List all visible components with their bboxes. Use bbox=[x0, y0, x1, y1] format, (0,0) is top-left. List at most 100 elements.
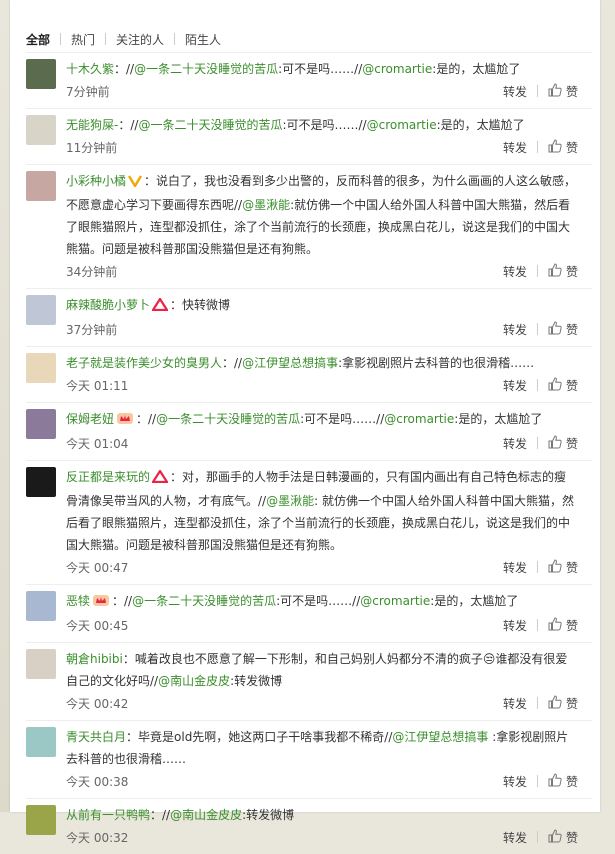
mention-link[interactable]: @cromartie bbox=[367, 118, 437, 132]
forward-button[interactable]: 转发 bbox=[503, 139, 527, 156]
mention-link[interactable]: @一条二十天没睡觉的苦瓜 bbox=[132, 594, 276, 608]
comment-author[interactable]: 麻辣酸脆小萝卜 bbox=[66, 298, 150, 312]
forward-button[interactable]: 转发 bbox=[503, 695, 527, 712]
comment-text-segment: :转发微博 bbox=[230, 674, 283, 688]
like-label: 赞 bbox=[565, 436, 578, 451]
crown-level-icon[interactable] bbox=[116, 410, 134, 432]
avatar[interactable] bbox=[26, 353, 56, 383]
timestamp: 37分钟前 bbox=[66, 322, 118, 337]
like-label: 赞 bbox=[565, 84, 578, 99]
comment-text-segment: :是的，太尴尬了 bbox=[432, 62, 521, 76]
comment-actions: 转发 赞 bbox=[503, 694, 592, 712]
comment-author[interactable]: 无能狗屎- bbox=[66, 118, 118, 132]
mention-link[interactable]: @一条二十天没睡觉的苦瓜 bbox=[156, 412, 300, 426]
action-divider bbox=[536, 831, 538, 843]
forward-button[interactable]: 转发 bbox=[503, 773, 527, 790]
comment-text-segment: :是的，太尴尬了 bbox=[436, 118, 525, 132]
comment-meta: 今天 01:04 转发 赞 bbox=[66, 432, 592, 454]
timestamp: 7分钟前 bbox=[66, 84, 110, 99]
mention-link[interactable]: @cromartie bbox=[362, 62, 432, 76]
comment-actions: 转发 赞 bbox=[503, 772, 592, 790]
comment-author[interactable]: 青天共白月 bbox=[66, 730, 126, 744]
forward-button[interactable]: 转发 bbox=[503, 617, 527, 634]
crown-level-icon[interactable] bbox=[92, 592, 110, 614]
action-divider bbox=[536, 775, 538, 787]
avatar[interactable] bbox=[26, 59, 56, 89]
mention-link[interactable]: @墨湫能 bbox=[242, 198, 290, 212]
forward-button[interactable]: 转发 bbox=[503, 83, 527, 100]
comment-author[interactable]: 保姆老妞 bbox=[66, 412, 114, 426]
mention-link[interactable]: @cromartie bbox=[360, 594, 430, 608]
mention-link[interactable]: @南山金皮皮 bbox=[158, 674, 230, 688]
like-button[interactable]: 赞 bbox=[548, 558, 578, 576]
comment-author[interactable]: 小彩种小橘 bbox=[66, 174, 126, 188]
comment-text: 朝倉hibibi：喊着改良也不愿意了解一下形制，和自己妈别人妈都分不清的疯子😒谁… bbox=[66, 648, 592, 692]
comment-author[interactable]: 从前有一只鸭鸭 bbox=[66, 808, 150, 822]
comment-text: 从前有一只鸭鸭：//@南山金皮皮:转发微博 bbox=[66, 804, 592, 826]
tab-following[interactable]: 关注的人 bbox=[116, 31, 164, 48]
mention-link[interactable]: @一条二十天没睡觉的苦瓜 bbox=[134, 62, 278, 76]
avatar[interactable] bbox=[26, 805, 56, 835]
timestamp: 今天 00:45 bbox=[66, 618, 129, 633]
like-button[interactable]: 赞 bbox=[548, 262, 578, 280]
comment-actions: 转发 赞 bbox=[503, 82, 592, 100]
mention-link[interactable]: @江伊望总想搞事 bbox=[392, 730, 488, 744]
action-divider bbox=[536, 437, 538, 449]
mention-link[interactable]: @墨湫能 bbox=[266, 494, 314, 508]
comment-meta: 7分钟前 转发 赞 bbox=[66, 80, 592, 102]
tab-strangers[interactable]: 陌生人 bbox=[185, 31, 221, 48]
avatar[interactable] bbox=[26, 467, 56, 497]
avatar[interactable] bbox=[26, 727, 56, 757]
comment-text-segment: ：// bbox=[222, 356, 243, 370]
mention-link[interactable]: @一条二十天没睡觉的苦瓜 bbox=[138, 118, 282, 132]
mention-link[interactable]: @南山金皮皮 bbox=[170, 808, 242, 822]
like-button[interactable]: 赞 bbox=[548, 772, 578, 790]
comment-text: 无能狗屎-：//@一条二十天没睡觉的苦瓜:可不是吗……//@cromartie:… bbox=[66, 114, 592, 136]
like-button[interactable]: 赞 bbox=[548, 616, 578, 634]
avatar[interactable] bbox=[26, 295, 56, 325]
comment-author[interactable]: 老子就是装作美少女的臭男人 bbox=[66, 356, 222, 370]
timestamp: 今天 00:32 bbox=[66, 830, 129, 845]
mention-link[interactable]: @cromartie bbox=[384, 412, 454, 426]
like-button[interactable]: 赞 bbox=[548, 320, 578, 338]
comment-actions: 转发 赞 bbox=[503, 558, 592, 576]
like-label: 赞 bbox=[565, 378, 578, 393]
tab-hot[interactable]: 热门 bbox=[71, 31, 95, 48]
comment-author[interactable]: 朝倉hibibi bbox=[66, 652, 123, 666]
comment-meta: 11分钟前 转发 赞 bbox=[66, 136, 592, 158]
avatar[interactable] bbox=[26, 409, 56, 439]
like-button[interactable]: 赞 bbox=[548, 828, 578, 846]
avatar[interactable] bbox=[26, 649, 56, 679]
mention-link[interactable]: @江伊望总想搞事 bbox=[242, 356, 338, 370]
avatar[interactable] bbox=[26, 171, 56, 201]
comment-text-segment: ：// bbox=[118, 118, 139, 132]
like-button[interactable]: 赞 bbox=[548, 376, 578, 394]
forward-button[interactable]: 转发 bbox=[503, 435, 527, 452]
comment-panel: 全部 热门 关注的人 陌生人 十木久紫：//@一条二十天没睡觉的苦瓜:可不是吗…… bbox=[10, 0, 600, 845]
comment-text: 恶犊 ：//@一条二十天没睡觉的苦瓜:可不是吗……//@cromartie:是的，… bbox=[66, 590, 592, 614]
comment-meta: 今天 00:47 转发 赞 bbox=[66, 556, 592, 578]
like-button[interactable]: 赞 bbox=[548, 138, 578, 156]
forward-button[interactable]: 转发 bbox=[503, 829, 527, 846]
avatar[interactable] bbox=[26, 115, 56, 145]
comment-text-segment: :可不是吗……// bbox=[282, 118, 367, 132]
warning-triangle-icon[interactable] bbox=[151, 468, 170, 490]
like-button[interactable]: 赞 bbox=[548, 82, 578, 100]
forward-button[interactable]: 转发 bbox=[503, 559, 527, 576]
like-button[interactable]: 赞 bbox=[548, 434, 578, 452]
timestamp: 今天 00:47 bbox=[66, 560, 129, 575]
comment-author[interactable]: 反正都是来玩的 bbox=[66, 470, 150, 484]
verified-v-icon[interactable] bbox=[127, 172, 143, 194]
tab-all[interactable]: 全部 bbox=[26, 31, 50, 48]
forward-button[interactable]: 转发 bbox=[503, 377, 527, 394]
avatar[interactable] bbox=[26, 591, 56, 621]
forward-button[interactable]: 转发 bbox=[503, 263, 527, 280]
comment-author[interactable]: 十木久紫 bbox=[66, 62, 114, 76]
like-button[interactable]: 赞 bbox=[548, 694, 578, 712]
comment-text-segment: ：喊着改良也不愿意了解一下形制，和自己妈别人妈都分不清的疯子😒谁都没有很爱自己的… bbox=[66, 652, 568, 688]
warning-triangle-icon[interactable] bbox=[151, 296, 170, 318]
action-divider bbox=[536, 85, 538, 97]
comment-author[interactable]: 恶犊 bbox=[66, 594, 90, 608]
forward-button[interactable]: 转发 bbox=[503, 321, 527, 338]
action-divider bbox=[536, 141, 538, 153]
